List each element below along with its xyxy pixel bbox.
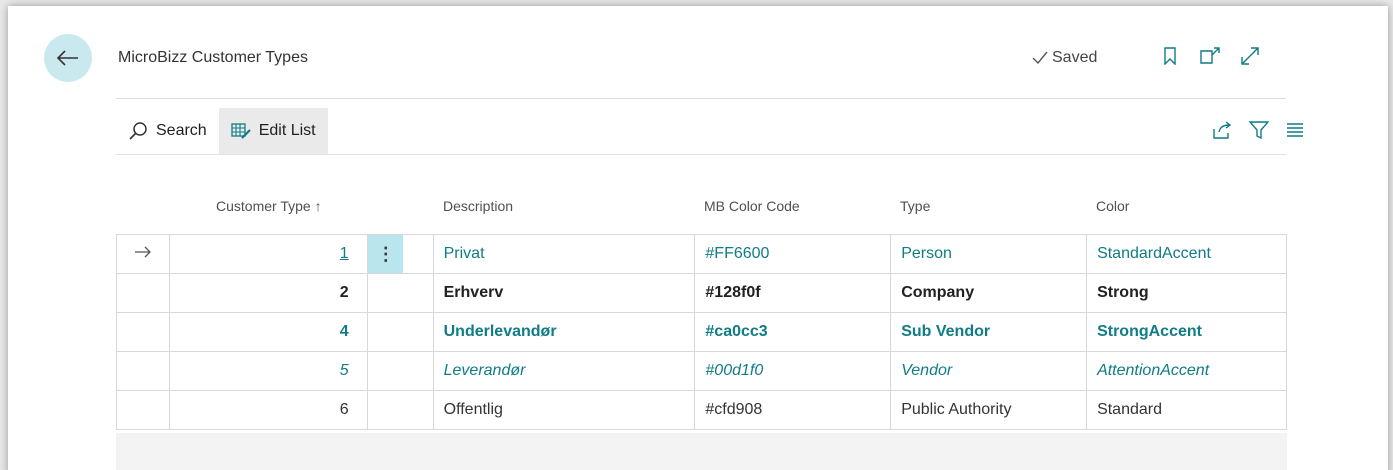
data-table: 1 ⋮ Privat #FF6600 Person StandardAccent… xyxy=(116,234,1287,430)
sort-ascending-icon: ↑ xyxy=(314,198,322,214)
list-view-icon[interactable] xyxy=(1284,119,1306,141)
mb-color-code-cell[interactable]: #ca0cc3 xyxy=(694,312,892,352)
open-new-window-icon[interactable] xyxy=(1198,44,1222,68)
more-options-icon[interactable]: ⋮ xyxy=(367,235,403,273)
edit-list-button[interactable]: Edit List xyxy=(218,108,328,154)
description-cell[interactable]: Erhverv xyxy=(432,273,696,313)
bookmark-icon[interactable] xyxy=(1158,44,1182,68)
grid-empty-area xyxy=(116,433,1287,470)
description-cell[interactable]: Offentlig xyxy=(432,390,696,430)
search-label: Search xyxy=(156,122,207,139)
column-header-color[interactable]: Color xyxy=(1096,198,1129,214)
column-header-type[interactable]: Type xyxy=(900,198,930,214)
type-cell[interactable]: Company xyxy=(890,273,1088,313)
column-header-customer-type[interactable]: Customer Type ↑ xyxy=(216,198,322,214)
saved-label: Saved xyxy=(1052,49,1098,66)
checkmark-icon xyxy=(1032,51,1048,65)
table-row[interactable]: 2 Erhverv #128f0f Company Strong xyxy=(116,273,1287,313)
saved-status: Saved xyxy=(1032,49,1097,67)
color-cell[interactable]: AttentionAccent xyxy=(1086,351,1287,391)
search-icon xyxy=(129,122,147,140)
type-cell[interactable]: Vendor xyxy=(890,351,1088,391)
page-actions xyxy=(1158,44,1262,68)
column-header-mb-color-code[interactable]: MB Color Code xyxy=(704,198,800,214)
edit-list-icon xyxy=(231,123,251,139)
customer-type-cell[interactable]: 5 xyxy=(168,351,368,391)
table-row[interactable]: 1 ⋮ Privat #FF6600 Person StandardAccent xyxy=(116,234,1287,274)
edit-list-label: Edit List xyxy=(258,122,316,139)
type-cell[interactable]: Person xyxy=(890,234,1088,274)
mb-color-code-cell[interactable]: #cfd908 xyxy=(694,390,892,430)
expand-icon[interactable] xyxy=(1238,44,1262,68)
customer-type-cell[interactable]: 6 xyxy=(168,390,368,430)
mb-color-code-cell[interactable]: #128f0f xyxy=(694,273,892,313)
description-cell[interactable]: Leverandør xyxy=(432,351,696,391)
list-tools xyxy=(1212,119,1306,141)
column-header-description[interactable]: Description xyxy=(443,198,513,214)
type-cell[interactable]: Public Authority xyxy=(890,390,1088,430)
column-header-label: Customer Type xyxy=(216,198,311,214)
share-icon[interactable] xyxy=(1212,119,1234,141)
action-bar: Search Edit List xyxy=(116,108,328,154)
header-divider xyxy=(116,98,1286,99)
customer-type-cell[interactable]: 4 xyxy=(168,312,368,352)
toolbar-divider xyxy=(116,154,1286,155)
row-arrow-icon xyxy=(116,234,170,274)
customer-type-link[interactable]: 1 xyxy=(340,245,349,262)
table-row[interactable]: 4 Underlevandør #ca0cc3 Sub Vendor Stron… xyxy=(116,312,1287,352)
mb-color-code-cell[interactable]: #00d1f0 xyxy=(694,351,892,391)
table-row[interactable]: 5 Leverandør #00d1f0 Vendor AttentionAcc… xyxy=(116,351,1287,391)
search-button[interactable]: Search xyxy=(116,108,219,154)
color-cell[interactable]: Standard xyxy=(1086,390,1287,430)
description-cell[interactable]: Underlevandør xyxy=(432,312,696,352)
table-row[interactable]: 6 Offentlig #cfd908 Public Authority Sta… xyxy=(116,390,1287,430)
color-cell[interactable]: Strong xyxy=(1086,273,1287,313)
color-cell[interactable]: StrongAccent xyxy=(1086,312,1287,352)
back-button[interactable] xyxy=(44,34,92,82)
color-cell[interactable]: StandardAccent xyxy=(1086,234,1287,274)
row-actions-cell[interactable]: ⋮ xyxy=(366,234,434,274)
mb-color-code-cell[interactable]: #FF6600 xyxy=(694,234,892,274)
description-cell[interactable]: Privat xyxy=(432,234,696,274)
page-frame: MicroBizz Customer Types Saved Search Ed… xyxy=(8,6,1388,470)
page-title: MicroBizz Customer Types xyxy=(118,49,308,66)
filter-icon[interactable] xyxy=(1248,119,1270,141)
back-arrow-icon xyxy=(57,50,78,66)
type-cell[interactable]: Sub Vendor xyxy=(890,312,1088,352)
customer-type-cell[interactable]: 2 xyxy=(168,273,368,313)
